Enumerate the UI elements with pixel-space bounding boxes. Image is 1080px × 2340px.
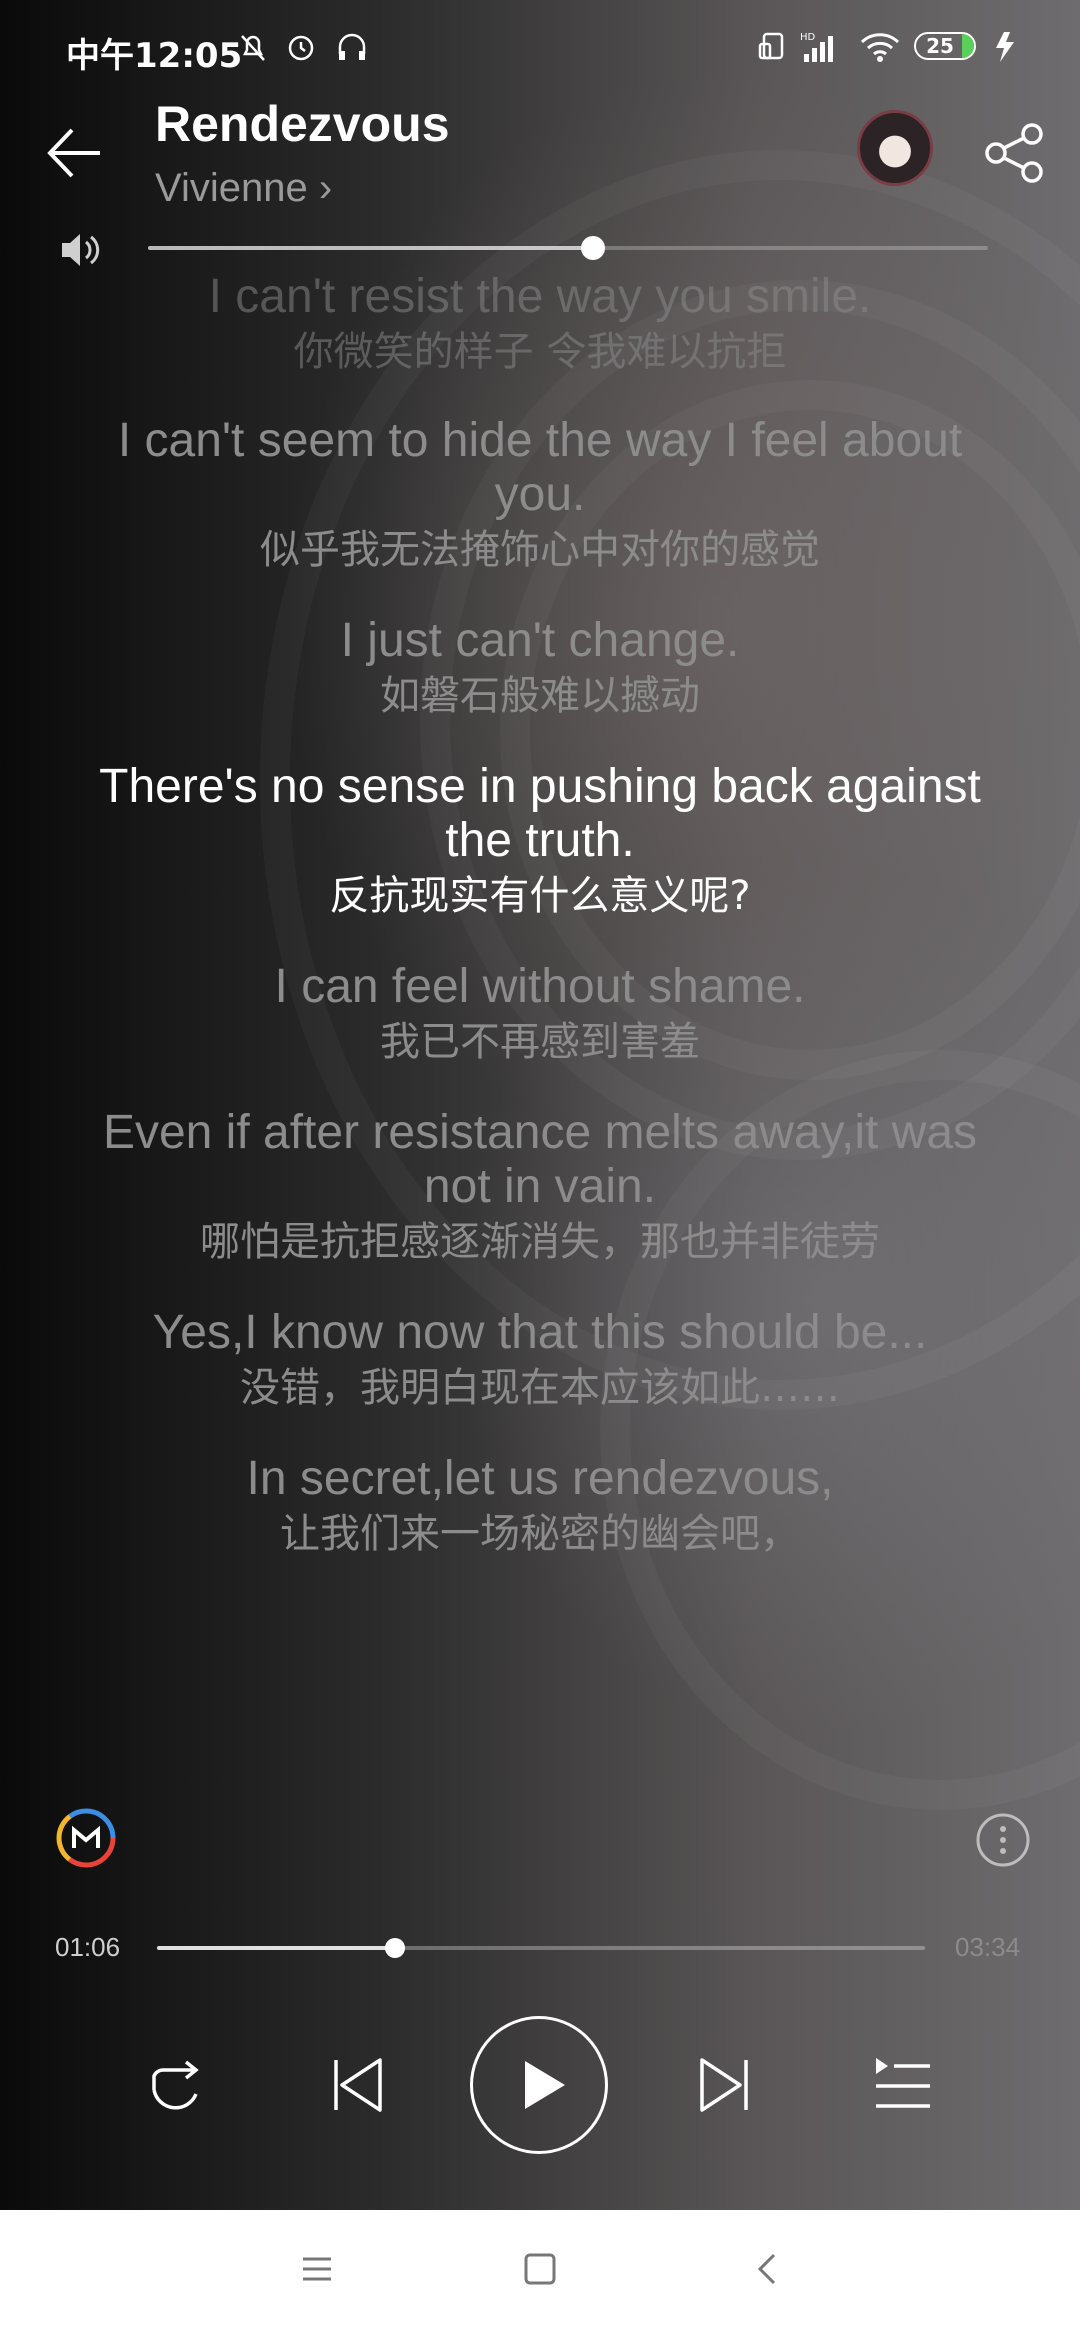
lyric-line[interactable]: I can't resist the way you smile. 你微笑的样子 … <box>0 270 1080 378</box>
screen-cast-icon <box>758 32 784 60</box>
lyrics-panel[interactable]: I can't resist the way you smile. 你微笑的样子 … <box>0 270 1080 1598</box>
next-icon[interactable] <box>690 2050 760 2120</box>
lyric-chinese: 似乎我无法掩饰心中对你的感觉 <box>260 527 820 573</box>
total-time: 03:34 <box>955 1932 1021 1962</box>
alarm-icon <box>288 35 314 61</box>
lyric-english: There's no sense in pushing back against… <box>99 760 981 867</box>
artist-link[interactable]: Vivienne › <box>155 166 332 211</box>
headphone-icon <box>338 33 366 60</box>
play-icon <box>525 2061 565 2109</box>
lyric-chinese: 我已不再感到害羞 <box>380 1019 700 1065</box>
system-nav-bar <box>0 2210 1080 2340</box>
back-icon[interactable] <box>752 2252 782 2286</box>
lyric-english: I just can't change. <box>340 614 740 667</box>
lyric-english: Yes,I know now that this should be... <box>152 1306 928 1359</box>
mute-bell-icon <box>241 35 265 61</box>
lyric-chinese: 如磐石般难以撼动 <box>380 673 700 719</box>
lyric-chinese: 哪怕是抗拒感逐渐消失，那也并非徒劳 <box>200 1219 880 1265</box>
lyric-english: I can't seem to hide the way I feel abou… <box>117 414 963 521</box>
repeat-icon[interactable] <box>140 2050 210 2120</box>
share-icon[interactable] <box>980 118 1050 188</box>
previous-icon[interactable] <box>322 2050 392 2120</box>
playlist-icon[interactable] <box>868 2050 938 2120</box>
artist-name: Vivienne <box>155 166 308 210</box>
wifi-icon <box>860 33 900 62</box>
progress-bar[interactable] <box>157 1938 925 1958</box>
lyric-english: I can feel without shame. <box>274 960 806 1013</box>
artist-avatar[interactable] <box>857 110 933 186</box>
status-bar: 中午12:05 HD 25 <box>0 0 1080 100</box>
back-arrow-icon[interactable] <box>40 118 110 188</box>
lyric-line[interactable]: I can't seem to hide the way I feel abou… <box>0 414 1080 576</box>
volume-slider[interactable] <box>148 236 988 260</box>
lyric-english: In secret,let us rendezvous, <box>246 1452 834 1505</box>
volume-knob[interactable] <box>581 236 606 260</box>
m-logo-icon[interactable] <box>54 1806 118 1870</box>
battery-level: 25 <box>926 34 954 58</box>
chevron-right-icon: › <box>318 166 333 210</box>
battery-indicator: 25 <box>914 32 976 60</box>
lyric-line[interactable]: Even if after resistance melts away,it w… <box>0 1106 1080 1268</box>
charging-icon <box>996 32 1014 62</box>
lyric-line[interactable]: I can feel without shame. 我已不再感到害羞 <box>0 960 1080 1068</box>
more-vertical-icon[interactable] <box>975 1812 1031 1868</box>
signal-icon: HD <box>800 32 833 62</box>
lyric-english: I can't resist the way you smile. <box>208 270 872 323</box>
lyric-chinese: 没错，我明白现在本应该如此…… <box>240 1365 840 1411</box>
menu-icon[interactable] <box>300 2252 334 2286</box>
lyric-line[interactable]: Yes,I know now that this should be... 没错，… <box>0 1306 1080 1414</box>
play-button[interactable] <box>470 2016 608 2154</box>
lyric-chinese: 你微笑的样子 令我难以抗拒 <box>293 329 787 375</box>
progress-fill <box>157 1946 396 1950</box>
lyric-english: Even if after resistance melts away,it w… <box>102 1106 978 1213</box>
lyric-line[interactable]: In secret,let us rendezvous, 让我们来一场秘密的幽会吧… <box>0 1452 1080 1560</box>
svg-text:HD: HD <box>800 32 816 43</box>
lyric-chinese: 让我们来一场秘密的幽会吧， <box>280 1511 800 1557</box>
status-time: 中午12:05 <box>66 36 243 76</box>
progress-knob[interactable] <box>385 1938 406 1958</box>
speaker-icon[interactable] <box>58 228 102 272</box>
song-title: Rendezvous <box>155 96 450 152</box>
lyric-chinese: 反抗现实有什么意义呢? <box>329 873 751 919</box>
volume-fill <box>148 246 594 250</box>
lyric-line[interactable]: I just can't change. 如磐石般难以撼动 <box>0 614 1080 722</box>
current-time: 01:06 <box>55 1932 121 1962</box>
home-icon[interactable] <box>523 2252 557 2286</box>
lyric-line-active[interactable]: There's no sense in pushing back against… <box>0 760 1080 922</box>
